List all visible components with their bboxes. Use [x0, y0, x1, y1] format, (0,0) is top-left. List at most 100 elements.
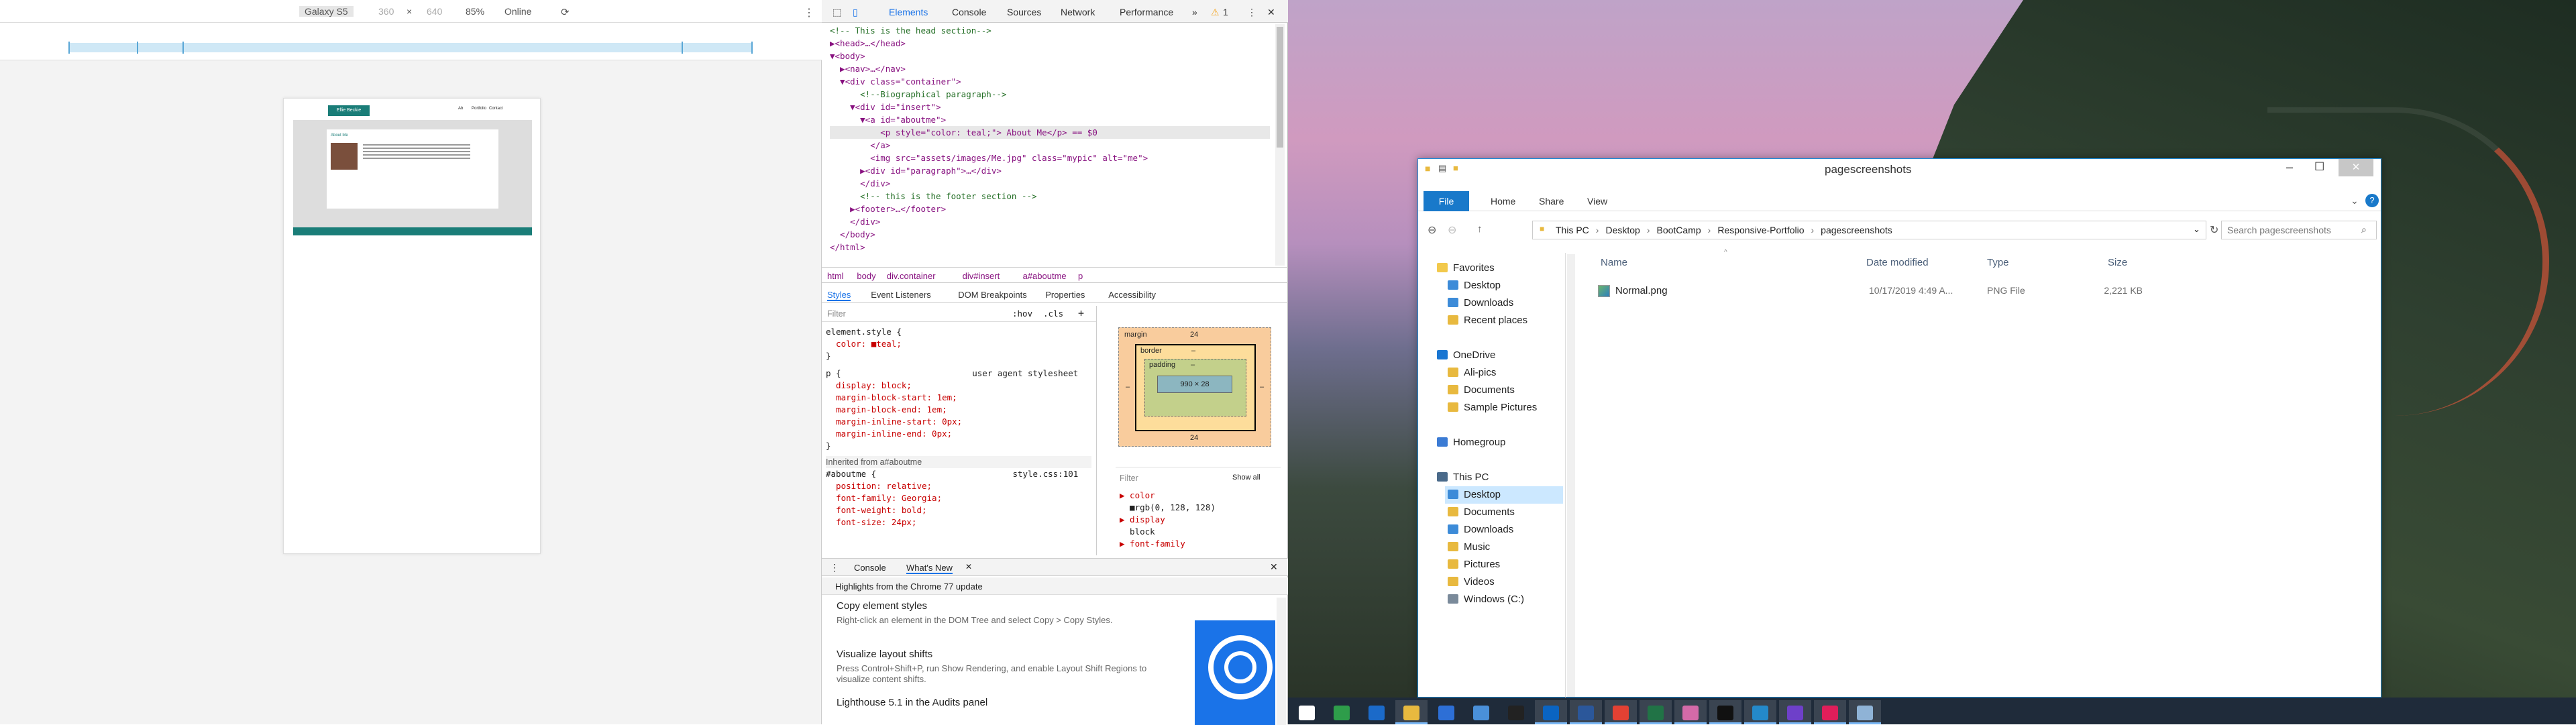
files-taskbar-icon[interactable]: [1849, 700, 1881, 724]
dom-node[interactable]: </a>: [830, 139, 1270, 152]
news-item-title[interactable]: Copy element styles: [837, 600, 927, 612]
breadcrumb-item[interactable]: p: [1078, 271, 1083, 281]
column-name[interactable]: Name: [1601, 257, 1627, 268]
box-padding-value[interactable]: –: [1191, 361, 1195, 369]
style-rule-line[interactable]: element.style {: [826, 326, 1091, 338]
outlook-taskbar-icon[interactable]: [1535, 700, 1567, 724]
ribbon-tab-file[interactable]: File: [1424, 191, 1469, 211]
computed-filter-input[interactable]: Filter: [1120, 473, 1138, 483]
new-folder-icon[interactable]: ■: [1453, 163, 1458, 173]
drawer-tab-console[interactable]: Console: [854, 563, 886, 573]
media-query-range[interactable]: [68, 43, 753, 52]
show-all-checkbox[interactable]: Show all: [1232, 473, 1260, 482]
drawer-tab-whats-new[interactable]: What's New: [906, 563, 953, 574]
refresh-icon[interactable]: ↻: [2210, 223, 2218, 237]
start-taskbar-icon[interactable]: [1291, 700, 1323, 724]
style-rule-line[interactable]: font-weight: bold;: [826, 504, 1091, 516]
search-icon[interactable]: ⌕: [2361, 224, 2367, 235]
breakpoint-marker[interactable]: [137, 42, 138, 54]
computed-property[interactable]: ▶ display: [1120, 514, 1165, 526]
nav-item[interactable]: Videos: [1445, 573, 1563, 591]
computed-property[interactable]: ▶ font-family: [1120, 538, 1185, 550]
style-rule-line[interactable]: font-size: 24px;: [826, 516, 1091, 528]
address-bar[interactable]: ■ This PC › Desktop › BootCamp › Responsive-Po…: [1532, 221, 2206, 239]
styles-subtab[interactable]: DOM Breakpoints: [958, 290, 1027, 300]
nav-item[interactable]: Sample Pictures: [1445, 399, 1563, 416]
hp-taskbar-icon[interactable]: [1430, 700, 1462, 724]
dom-node[interactable]: ▼<body>: [830, 50, 1270, 62]
device-viewport[interactable]: Ellie Beckie Ab Portfolio Contact About …: [283, 98, 541, 554]
nav-item[interactable]: Documents: [1445, 382, 1563, 399]
breadcrumb-item[interactable]: html: [827, 271, 844, 281]
tab-sources[interactable]: Sources: [1007, 7, 1041, 17]
dom-node[interactable]: ▼<a id="aboutme">: [830, 113, 1270, 126]
nav-item[interactable]: Desktop: [1445, 277, 1563, 294]
dom-node[interactable]: <!-- This is the head section-->: [830, 24, 1270, 37]
rotate-icon[interactable]: ⟳: [561, 6, 570, 18]
close-icon[interactable]: ✕: [1267, 7, 1275, 18]
breadcrumb-item[interactable]: div#insert: [963, 271, 1000, 281]
dom-node[interactable]: ▶<nav>…</nav>: [830, 62, 1270, 75]
close-drawer-icon[interactable]: ✕: [1270, 561, 1278, 573]
style-rule-line[interactable]: color: ■teal;: [826, 338, 1091, 350]
help-icon[interactable]: ?: [2365, 194, 2379, 207]
address-segment[interactable]: Responsive-Portfolio: [1717, 225, 1804, 235]
style-rule-line[interactable]: Inherited from a#aboutme: [826, 456, 1091, 468]
ribbon-expand-icon[interactable]: ⌄: [2351, 195, 2359, 207]
nav-item[interactable]: Pictures: [1445, 556, 1563, 573]
minimize-icon[interactable]: –: [2286, 160, 2293, 174]
address-segment[interactable]: pagescreenshots: [1821, 225, 1892, 235]
nav-scrollbar[interactable]: [1567, 254, 1575, 697]
breakpoint-marker[interactable]: [182, 42, 184, 54]
news-item-title[interactable]: Visualize layout shifts: [837, 649, 932, 660]
nav-item[interactable]: Downloads: [1445, 521, 1563, 539]
search-input[interactable]: Search pagescreenshots: [2227, 225, 2331, 235]
nav-item[interactable]: Music: [1445, 539, 1563, 556]
slack-taskbar-icon[interactable]: [1814, 700, 1846, 724]
file-row[interactable]: Normal.png 10/17/2019 4:49 A... PNG File…: [1594, 282, 2144, 300]
cls-toggle[interactable]: .cls: [1043, 309, 1063, 319]
amazon-taskbar-icon[interactable]: [1500, 700, 1532, 724]
breakpoint-marker[interactable]: [751, 42, 753, 54]
breadcrumb-item[interactable]: a#aboutme: [1023, 271, 1067, 281]
styles-subtab[interactable]: Properties: [1045, 290, 1085, 300]
more-options-icon[interactable]: ⋮: [804, 6, 814, 19]
style-rule-line[interactable]: display: block;: [826, 380, 1091, 392]
close-window-icon[interactable]: ✕: [2339, 159, 2373, 176]
add-rule-icon[interactable]: +: [1078, 307, 1084, 319]
style-rule-line[interactable]: margin-inline-start: 0px;: [826, 416, 1091, 428]
tab-console[interactable]: Console: [952, 7, 986, 17]
quick-access-icon[interactable]: ▤: [1438, 163, 1446, 174]
address-segment[interactable]: This PC: [1556, 225, 1589, 235]
breakpoint-marker[interactable]: [682, 42, 683, 54]
computed-property[interactable]: block: [1120, 526, 1155, 538]
breadcrumb-item[interactable]: div.container: [887, 271, 936, 281]
drawer-menu-icon[interactable]: ⋮: [830, 562, 839, 573]
edge-taskbar-icon[interactable]: [1360, 700, 1393, 724]
dom-node[interactable]: <p style="color: teal;"> About Me</p> ==…: [830, 126, 1270, 139]
breadcrumb-item[interactable]: body: [857, 271, 875, 281]
dom-node[interactable]: ▶<footer>…</footer>: [830, 203, 1270, 215]
dom-node[interactable]: <!--Biographical paragraph-->: [830, 88, 1270, 101]
more-tabs-icon[interactable]: »: [1192, 7, 1197, 17]
word-taskbar-icon[interactable]: [1570, 700, 1602, 724]
column-date-modified[interactable]: Date modified: [1866, 257, 1929, 268]
dom-node[interactable]: ▶<head>…</head>: [830, 37, 1270, 50]
styles-filter-input[interactable]: Filter: [827, 309, 846, 319]
nav-item[interactable]: Windows (C:): [1445, 591, 1563, 608]
dom-tree-scrollbar[interactable]: [1275, 24, 1285, 266]
style-rule-line[interactable]: p { user agent stylesheet: [826, 368, 1091, 380]
nav-item[interactable]: Favorites: [1434, 260, 1563, 277]
drawer-scrollbar[interactable]: [1277, 598, 1286, 725]
forward-icon[interactable]: ⊖: [1448, 223, 1456, 237]
address-segment[interactable]: BootCamp: [1657, 225, 1701, 235]
paint-taskbar-icon[interactable]: [1674, 700, 1707, 724]
dom-node[interactable]: <img src="assets/images/Me.jpg" class="m…: [830, 152, 1270, 164]
nav-item[interactable]: Documents: [1445, 504, 1563, 521]
style-rule-line[interactable]: #aboutme { style.css:101: [826, 468, 1091, 480]
chrome-taskbar-icon[interactable]: [1605, 700, 1637, 724]
dom-node[interactable]: ▶<div id="paragraph">…</div>: [830, 164, 1270, 177]
news-item-title[interactable]: Lighthouse 5.1 in the Audits panel: [837, 697, 987, 708]
nav-item[interactable]: Homegroup: [1434, 434, 1563, 451]
tab-network[interactable]: Network: [1061, 7, 1095, 17]
